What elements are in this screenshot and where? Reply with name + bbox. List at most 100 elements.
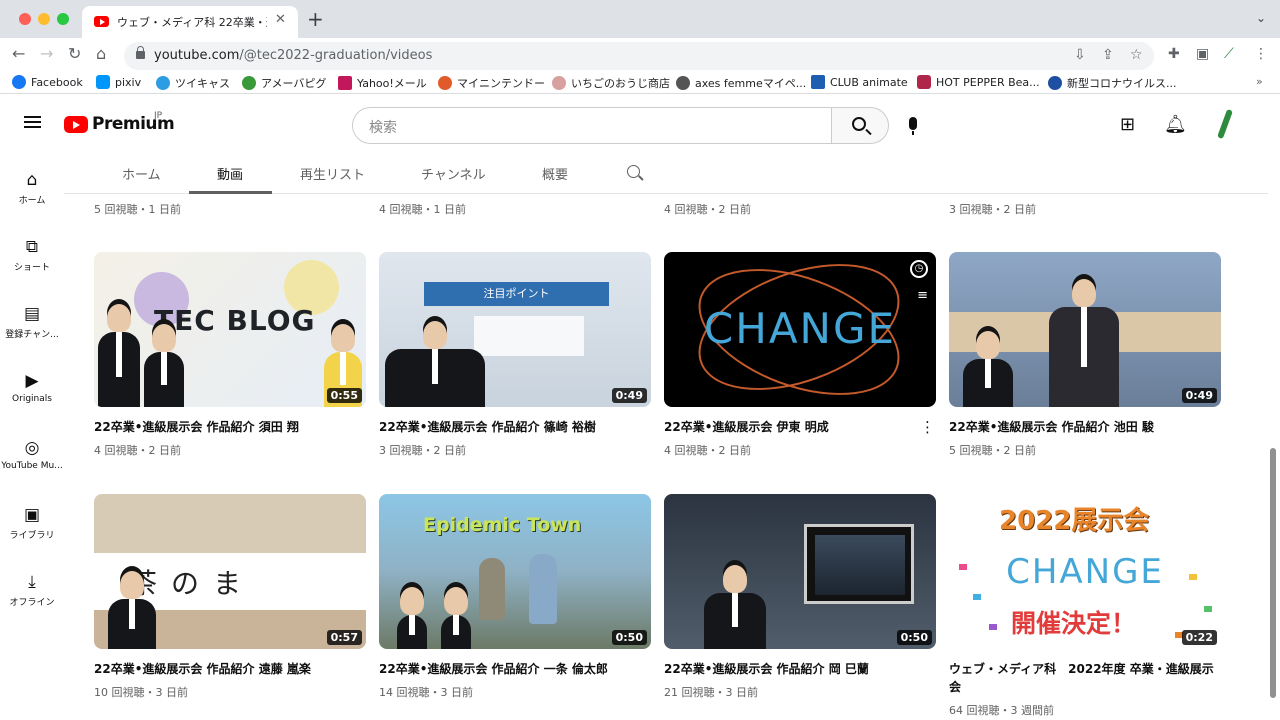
- bookmark-item[interactable]: Facebook: [12, 75, 83, 89]
- scrollbar-thumb[interactable]: [1270, 448, 1276, 698]
- search-input[interactable]: 検索: [352, 107, 832, 144]
- duration-badge: 0:50: [896, 630, 932, 645]
- bookmark-item[interactable]: いちごのおうじ商店: [552, 75, 670, 91]
- tab-search-chevron-icon[interactable]: ⌄: [1256, 11, 1266, 25]
- video-thumbnail[interactable]: 0:50: [664, 494, 936, 649]
- tab-home[interactable]: ホーム: [122, 164, 161, 183]
- video-meta: 10 回視聴・3 日前: [94, 686, 188, 699]
- bookmark-item[interactable]: pixiv: [96, 75, 141, 89]
- library-icon: ▣: [23, 505, 41, 525]
- tab-about[interactable]: 概要: [542, 164, 568, 183]
- sidebar-item-label: Originals: [12, 394, 52, 404]
- maximize-window-button[interactable]: [57, 13, 69, 25]
- side-panel-icon[interactable]: ▣: [1196, 46, 1209, 62]
- video-thumbnail[interactable]: CHANGE ◷ ≡: [664, 252, 936, 407]
- channel-tabs: ホーム 動画 再生リスト チャンネル 概要: [64, 156, 1280, 194]
- search-placeholder: 検索: [369, 120, 397, 136]
- confetti: [1204, 606, 1212, 612]
- sidebar-item-subscriptions[interactable]: ▤ 登録チャン...: [0, 304, 64, 340]
- tab-playlists[interactable]: 再生リスト: [300, 164, 365, 183]
- share-icon[interactable]: ⇪: [1102, 47, 1114, 63]
- sidebar-item-shorts[interactable]: ⧉ ショート: [0, 237, 64, 273]
- youtube-logo-icon[interactable]: [64, 116, 88, 133]
- browser-tab[interactable]: ウェブ・メディア科 22卒業・進級 ✕: [82, 6, 298, 38]
- video-title[interactable]: 22卒業•進級展示会 作品紹介 篠崎 裕樹: [379, 418, 651, 436]
- sidebar-item-library[interactable]: ▣ ライブラリ: [0, 505, 64, 541]
- sidebar-item-home[interactable]: ⌂ ホーム: [0, 170, 64, 206]
- bookmark-label: アメーバピグ: [261, 77, 327, 90]
- tab-videos[interactable]: 動画: [217, 164, 243, 183]
- close-window-button[interactable]: [19, 13, 31, 25]
- globe-icon: [676, 76, 690, 90]
- browser-tab-bar: ウェブ・メディア科 22卒業・進級 ✕ + ⌄: [0, 0, 1280, 38]
- video-meta: 5 回視聴・2 日前: [949, 444, 1036, 457]
- bookmark-item[interactable]: axes femmeマイペ...: [676, 75, 806, 91]
- thumb-subtitle: CHANGE: [1006, 552, 1164, 592]
- facebook-icon: [12, 75, 26, 89]
- microphone-icon[interactable]: [909, 117, 917, 135]
- home-icon: ⌂: [26, 170, 38, 190]
- bookmark-star-icon[interactable]: ☆: [1130, 47, 1143, 63]
- create-video-icon[interactable]: ⊞: [1120, 114, 1135, 135]
- video-thumbnail[interactable]: TEC BLOG 0:55: [94, 252, 366, 407]
- tab-close-icon[interactable]: ✕: [275, 12, 286, 27]
- bookmark-item[interactable]: HOT PEPPER Bea...: [917, 75, 1040, 89]
- bookmark-label: HOT PEPPER Bea...: [936, 76, 1040, 89]
- government-icon: [1048, 76, 1062, 90]
- video-thumbnail[interactable]: 茶のま 0:57: [94, 494, 366, 649]
- bookmark-item[interactable]: 新型コロナウイルス...: [1048, 75, 1177, 91]
- video-thumbnail[interactable]: 2022展示会 CHANGE 開催決定！ 0:22: [949, 494, 1221, 649]
- notifications-bell-icon[interactable]: 🔔︎: [1164, 114, 1187, 135]
- bookmark-item[interactable]: アメーバピグ: [242, 75, 326, 91]
- sidebar-item-youtube-music[interactable]: ◎ YouTube Mu...: [0, 438, 64, 471]
- video-title[interactable]: 22卒業•進級展示会 作品紹介 岡 巳蘭: [664, 660, 936, 678]
- bookmark-label: 新型コロナウイルス...: [1067, 77, 1177, 90]
- bookmark-item[interactable]: ツイキャス: [156, 75, 230, 91]
- add-to-queue-icon[interactable]: ≡: [917, 288, 928, 303]
- person-figure: [385, 321, 485, 407]
- tab-channels[interactable]: チャンネル: [421, 164, 486, 183]
- new-tab-icon[interactable]: +: [307, 7, 324, 31]
- sidebar-item-originals[interactable]: ▶ Originals: [0, 371, 64, 404]
- avatar[interactable]: [1212, 109, 1238, 139]
- video-title[interactable]: 22卒業•進級展示会 作品紹介 池田 駿: [949, 418, 1221, 436]
- video-title[interactable]: 22卒業•進級展示会 作品紹介 一条 倫太郎: [379, 660, 651, 678]
- profile-icon[interactable]: ⟋: [1224, 46, 1234, 62]
- bookmark-item[interactable]: マイニンテンドー: [438, 75, 545, 91]
- video-title[interactable]: 22卒業•進級展示会 作品紹介 遠藤 嵐楽: [94, 660, 366, 678]
- video-title[interactable]: ウェブ・メディア科 2022年度 卒業・進級展示会: [949, 660, 1221, 696]
- more-bookmarks-icon[interactable]: »: [1256, 75, 1263, 88]
- forward-arrow-icon[interactable]: →: [40, 44, 53, 64]
- sidebar-item-label: ライブラリ: [9, 531, 55, 541]
- video-thumbnail[interactable]: 注目ポイント 0:49: [379, 252, 651, 407]
- video-title[interactable]: 22卒業•進級展示会 作品紹介 須田 翔: [94, 418, 366, 436]
- video-thumbnail[interactable]: 0:49: [949, 252, 1221, 407]
- minimize-window-button[interactable]: [38, 13, 50, 25]
- bookmark-item[interactable]: Yahoo!メール: [338, 75, 427, 91]
- sidebar-item-label: YouTube Mu...: [1, 461, 63, 471]
- video-title[interactable]: 22卒業•進級展示会 伊東 明成: [664, 418, 936, 436]
- address-bar[interactable]: youtube.com/@tec2022-graduation/videos ⇩…: [124, 42, 1154, 70]
- video-thumbnail[interactable]: Epidemic Town 0:50: [379, 494, 651, 649]
- install-app-icon[interactable]: ⇩: [1074, 47, 1086, 63]
- url-path: /@tec2022-graduation/videos: [239, 48, 433, 63]
- reload-icon[interactable]: ↻: [68, 44, 81, 64]
- duration-badge: 0:50: [611, 630, 647, 645]
- watch-later-icon[interactable]: ◷: [910, 260, 928, 278]
- duration-badge: 0:57: [326, 630, 362, 645]
- thumb-banner: 注目ポイント: [424, 282, 609, 306]
- bookmark-item[interactable]: CLUB animate: [811, 75, 908, 89]
- extensions-icon[interactable]: ✚: [1168, 46, 1180, 62]
- bookmark-label: Facebook: [31, 76, 83, 89]
- home-page-icon[interactable]: ⌂: [96, 44, 106, 64]
- person-figure: [98, 304, 140, 407]
- sidebar-item-offline[interactable]: ⤓ オフライン: [0, 572, 64, 608]
- channel-search-icon[interactable]: [627, 165, 640, 178]
- back-arrow-icon[interactable]: ←: [12, 44, 25, 64]
- search-button[interactable]: [832, 107, 889, 144]
- duration-badge: 0:22: [1181, 630, 1217, 645]
- browser-menu-icon[interactable]: ⋮: [1254, 46, 1268, 62]
- sidebar-item-label: ショート: [13, 263, 50, 273]
- more-actions-icon[interactable]: ⋮: [920, 418, 935, 436]
- menu-hamburger-icon[interactable]: [24, 116, 41, 128]
